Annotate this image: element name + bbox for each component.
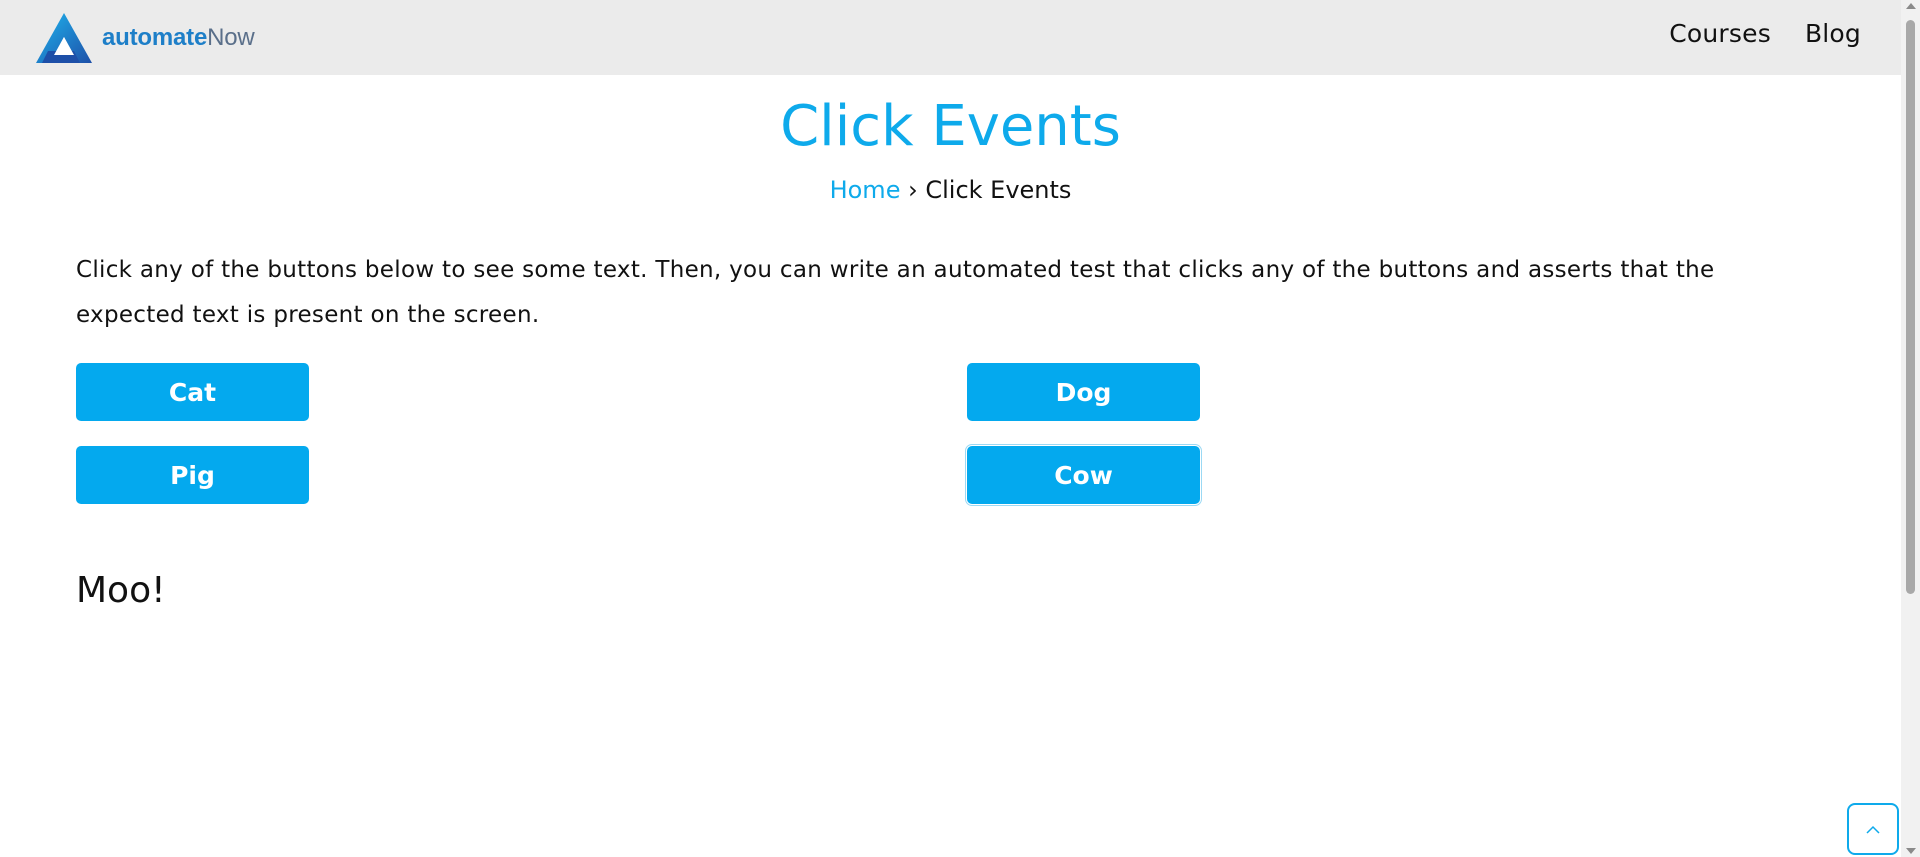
breadcrumb-current: Click Events (925, 176, 1072, 204)
main-nav: Courses Blog (1669, 19, 1861, 48)
page: automateNow Courses Blog Click Events Ho… (0, 0, 1920, 857)
nav-courses[interactable]: Courses (1669, 19, 1771, 48)
logo-text: automateNow (102, 24, 255, 51)
site-logo[interactable]: automateNow (34, 11, 255, 65)
cat-button[interactable]: Cat (76, 363, 309, 421)
scroll-thumb[interactable] (1906, 20, 1915, 594)
back-to-top-button[interactable] (1847, 803, 1899, 855)
site-header: automateNow Courses Blog (0, 0, 1901, 75)
breadcrumb-separator: › (908, 176, 918, 204)
nav-blog[interactable]: Blog (1805, 19, 1861, 48)
intro-text: Click any of the buttons below to see so… (76, 257, 1715, 328)
breadcrumb: Home › Click Events (0, 174, 1901, 206)
breadcrumb-home-link[interactable]: Home (830, 176, 901, 204)
pig-button[interactable]: Pig (76, 446, 309, 504)
scroll-down-arrow-icon[interactable] (1906, 848, 1916, 854)
cow-button[interactable]: Cow (965, 444, 1202, 506)
dog-button[interactable]: Dog (967, 363, 1200, 421)
page-title: Click Events (780, 94, 1121, 159)
automatenow-logo-icon (34, 11, 94, 65)
result-text: Moo! (76, 570, 166, 611)
chevron-up-icon (1865, 820, 1881, 839)
scroll-up-arrow-icon[interactable] (1906, 3, 1916, 9)
page-scrollbar[interactable] (1901, 0, 1920, 857)
